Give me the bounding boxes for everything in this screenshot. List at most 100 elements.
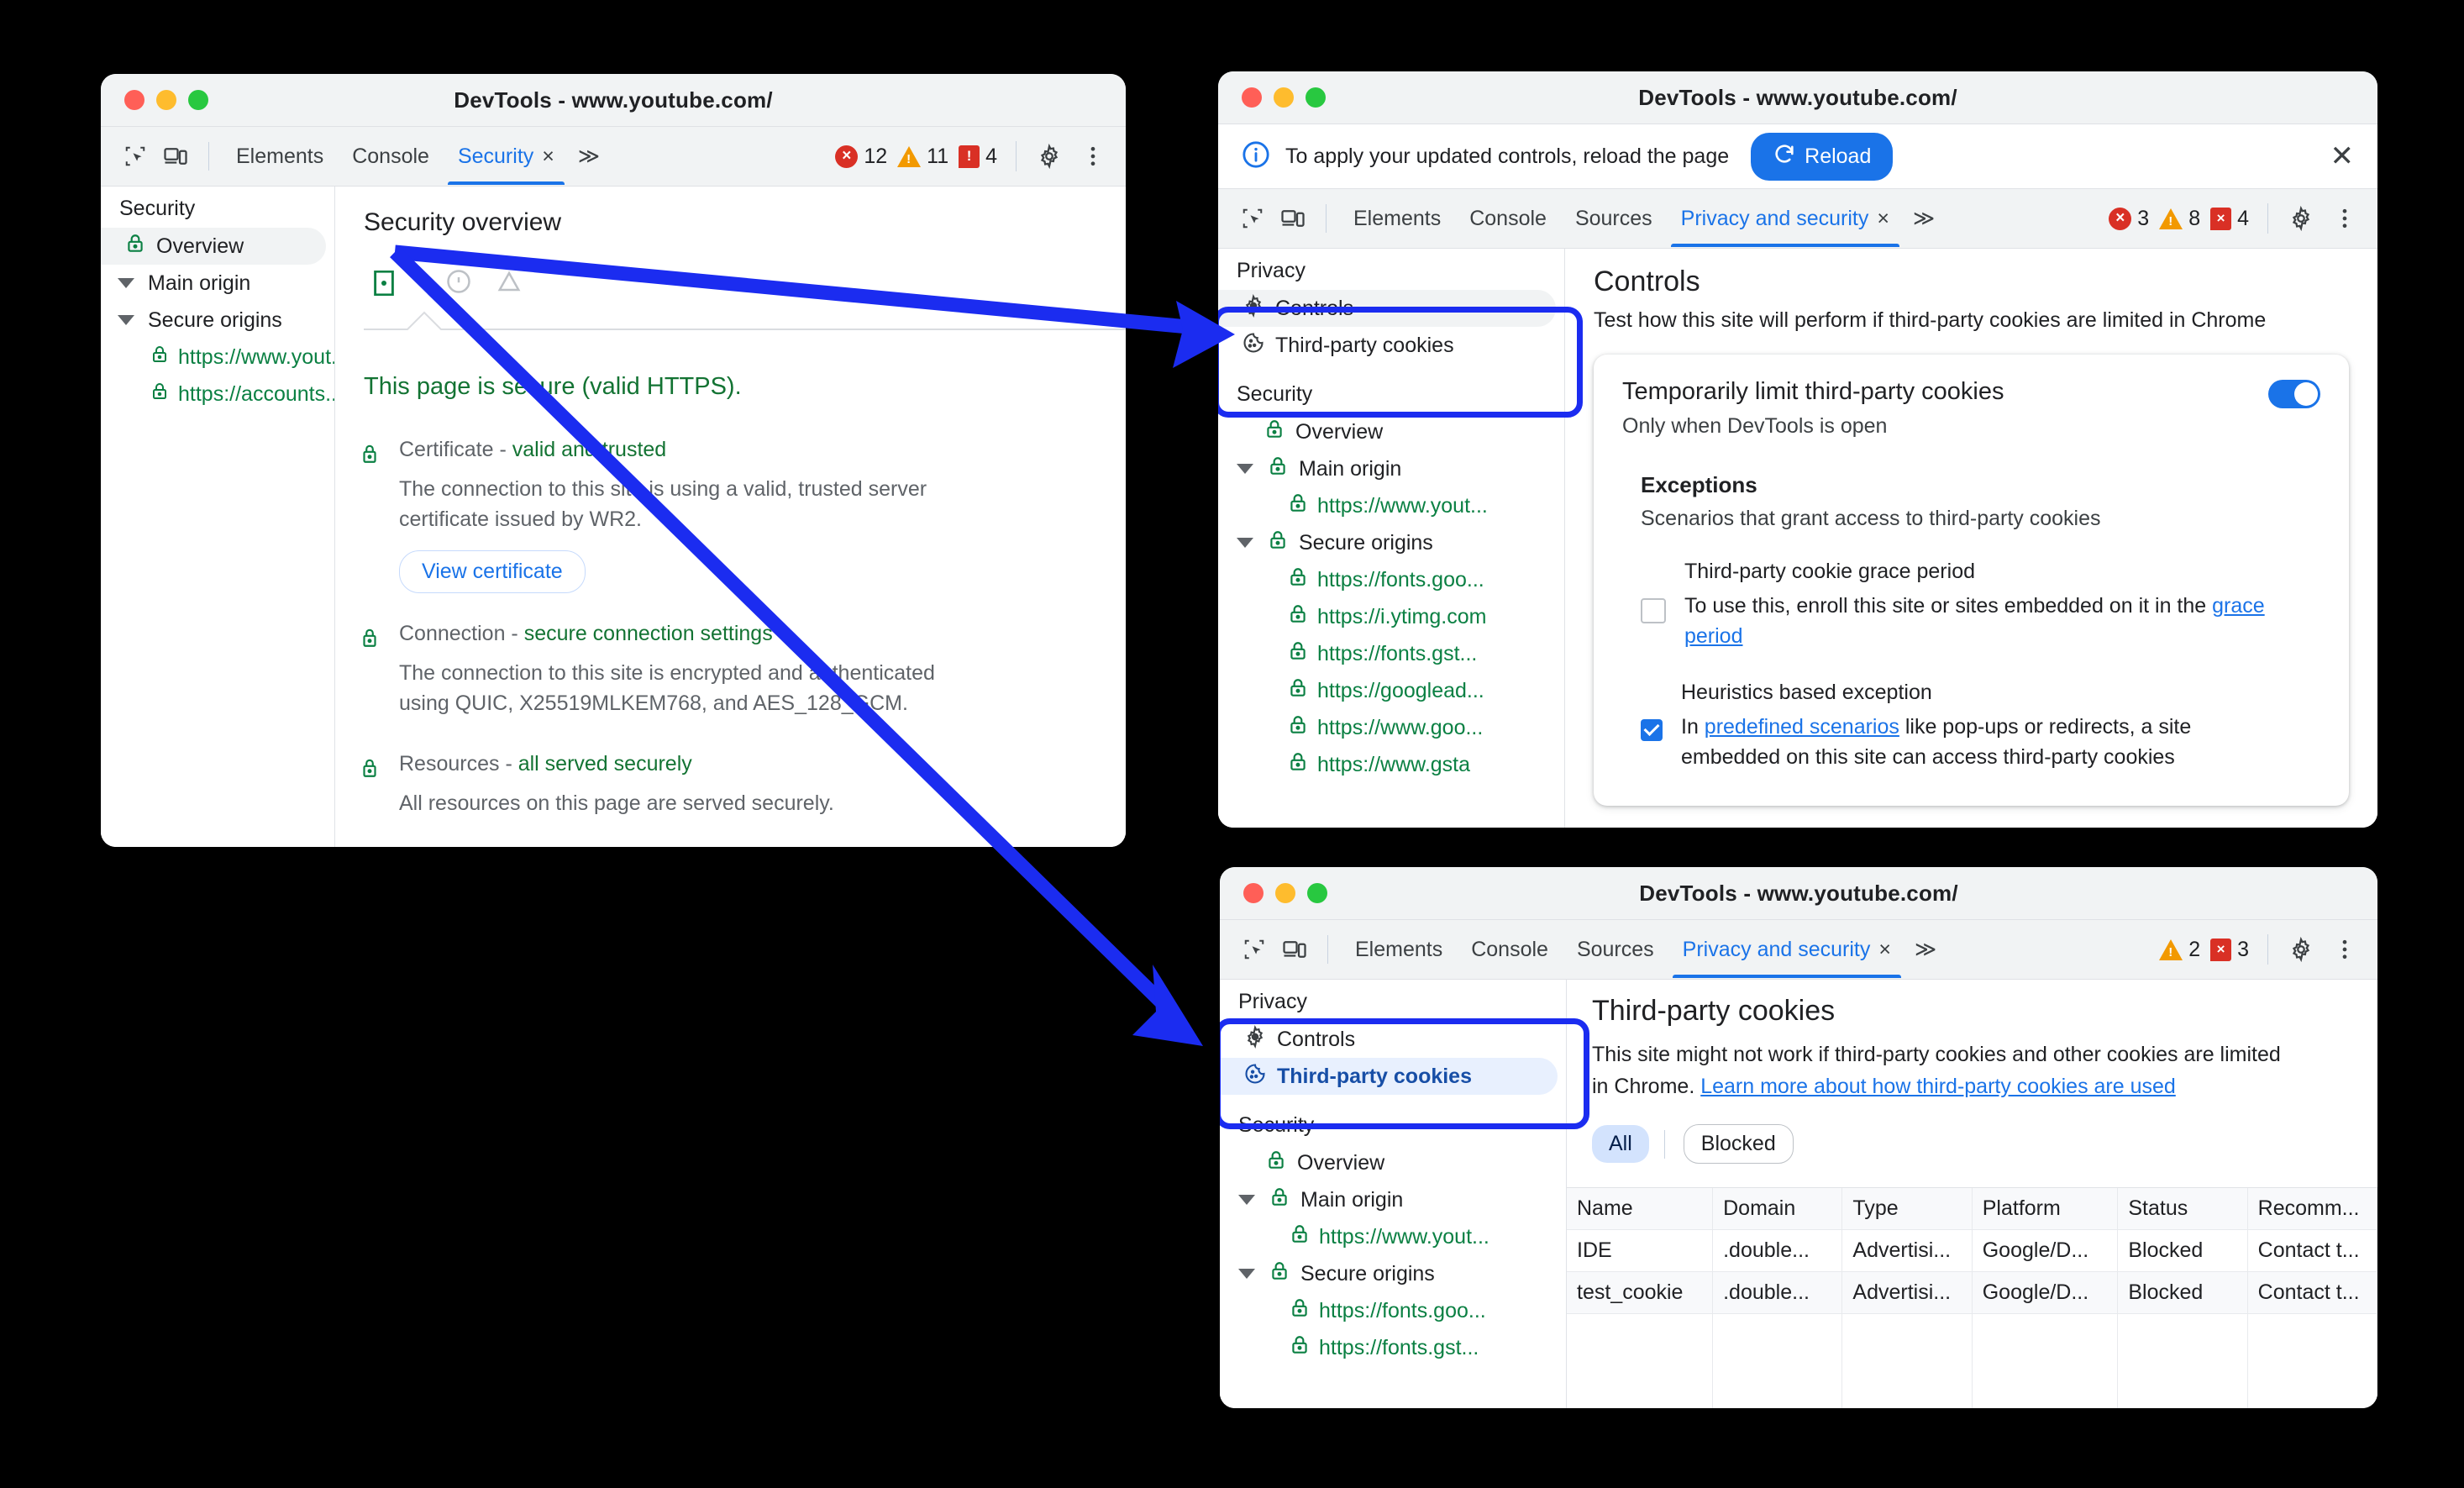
sidebar-item-controls[interactable]: Controls [1220, 1021, 1558, 1058]
triangle-expanded-icon[interactable] [1238, 1269, 1255, 1279]
limit-cookies-toggle[interactable] [2268, 380, 2320, 408]
close-icon[interactable]: × [542, 145, 554, 169]
sidebar-item-origin-gstatic[interactable]: https://www.gsta [1218, 746, 1556, 783]
close-icon[interactable]: × [1878, 938, 1891, 962]
warning-counter[interactable]: 8 [2159, 207, 2205, 231]
sidebar-item-secure-origins[interactable]: Secure origins [101, 302, 326, 339]
triangle-expanded-icon[interactable] [118, 315, 134, 325]
tab-elements[interactable]: Elements [1342, 921, 1456, 978]
sidebar-item-controls[interactable]: Controls [1218, 290, 1556, 327]
triangle-expanded-icon[interactable] [118, 278, 134, 288]
minimize-window-button[interactable] [156, 90, 176, 110]
filter-chip-all[interactable]: All [1592, 1125, 1649, 1163]
gear-icon[interactable] [2282, 199, 2320, 238]
more-tabs-icon[interactable]: ≫ [1904, 206, 1941, 231]
sidebar-item-origin-fonts-google[interactable]: https://fonts.goo... [1220, 1292, 1558, 1329]
sidebar-item-origin-youtube[interactable]: https://www.yout... [101, 339, 334, 376]
more-tabs-icon[interactable]: ≫ [1906, 937, 1942, 962]
gear-icon[interactable] [1030, 137, 1069, 176]
close-window-button[interactable] [1243, 883, 1264, 903]
table-row[interactable]: test_cookie .double... Advertisi... Goog… [1567, 1271, 2377, 1314]
sidebar-item-overview[interactable]: Overview [1218, 413, 1556, 450]
tab-security[interactable]: Security × [444, 128, 568, 185]
error-counter[interactable]: × 12 [835, 145, 892, 169]
column-header-type[interactable]: Type [1841, 1188, 1973, 1230]
more-tabs-icon[interactable]: ≫ [570, 144, 606, 169]
sidebar-item-origin-googleads[interactable]: https://googlead... [1218, 672, 1556, 709]
sidebar-item-secure-origins[interactable]: Secure origins [1220, 1255, 1558, 1292]
tab-privacy-and-security[interactable]: Privacy and security × [1669, 921, 1904, 978]
grace-period-checkbox[interactable] [1641, 598, 1666, 623]
column-header-recommendation[interactable]: Recomm... [2247, 1188, 2377, 1230]
device-toolbar-icon[interactable] [1275, 930, 1314, 969]
tab-sources[interactable]: Sources [1563, 921, 1668, 978]
sidebar-item-main-origin[interactable]: Main origin [101, 265, 326, 302]
tab-console[interactable]: Console [1458, 921, 1562, 978]
view-certificate-button[interactable]: View certificate [399, 549, 586, 593]
sidebar-item-third-party-cookies[interactable]: Third-party cookies [1218, 327, 1556, 364]
traffic-lights[interactable] [1242, 87, 1326, 108]
sidebar-item-origin-fonts-gstatic[interactable]: https://fonts.gst... [1220, 1329, 1558, 1366]
issue-counter[interactable]: × 3 [2210, 938, 2254, 962]
issue-counter[interactable]: ! 4 [959, 145, 1002, 169]
tab-sources[interactable]: Sources [1562, 190, 1666, 247]
sidebar-item-overview[interactable]: Overview [101, 228, 326, 265]
more-options-icon[interactable] [2325, 930, 2364, 969]
close-window-button[interactable] [124, 90, 144, 110]
reload-button[interactable]: Reload [1751, 132, 1894, 181]
more-options-icon[interactable] [1074, 137, 1112, 176]
maximize-window-button[interactable] [1307, 883, 1327, 903]
inspect-element-icon[interactable] [116, 137, 155, 176]
sidebar-item-main-origin[interactable]: Main origin [1220, 1181, 1558, 1218]
column-header-name[interactable]: Name [1567, 1188, 1714, 1230]
sidebar-item-origin-fonts-gstatic[interactable]: https://fonts.gst... [1218, 635, 1556, 672]
sidebar-item-main-origin[interactable]: Main origin [1218, 450, 1556, 487]
sidebar-item-origin-youtube[interactable]: https://www.yout... [1218, 487, 1556, 524]
warning-counter[interactable]: 11 [897, 145, 954, 169]
triangle-expanded-icon[interactable] [1238, 1195, 1255, 1205]
column-header-platform[interactable]: Platform [1972, 1188, 2119, 1230]
close-icon[interactable]: ✕ [2330, 142, 2355, 171]
tab-console[interactable]: Console [1456, 190, 1560, 247]
sidebar-item-origin-www-google[interactable]: https://www.goo... [1218, 709, 1556, 746]
traffic-lights[interactable] [1243, 883, 1327, 903]
more-options-icon[interactable] [2325, 199, 2364, 238]
sidebar-item-overview[interactable]: Overview [1220, 1144, 1558, 1181]
error-counter[interactable]: × 3 [2109, 207, 2154, 231]
sidebar-item-origin-fonts-google[interactable]: https://fonts.goo... [1218, 561, 1556, 598]
device-toolbar-icon[interactable] [156, 137, 195, 176]
filter-chip-blocked[interactable]: Blocked [1683, 1124, 1794, 1164]
column-header-domain[interactable]: Domain [1712, 1188, 1843, 1230]
sidebar-item-secure-origins[interactable]: Secure origins [1218, 524, 1556, 561]
triangle-expanded-icon[interactable] [1237, 464, 1253, 474]
sidebar-item-origin-accounts[interactable]: https://accounts.... [101, 376, 334, 413]
inspect-element-icon[interactable] [1235, 930, 1274, 969]
sidebar-item-origin-youtube[interactable]: https://www.yout... [1220, 1218, 1558, 1255]
minimize-window-button[interactable] [1275, 883, 1295, 903]
tab-console[interactable]: Console [339, 128, 443, 185]
table-row[interactable]: IDE .double... Advertisi... Google/D... … [1567, 1229, 2377, 1272]
close-window-button[interactable] [1242, 87, 1262, 108]
traffic-lights[interactable] [124, 90, 208, 110]
learn-more-link[interactable]: Learn more about how third-party cookies… [1700, 1075, 2176, 1098]
tab-privacy-and-security[interactable]: Privacy and security × [1668, 190, 1903, 247]
minimize-window-button[interactable] [1274, 87, 1294, 108]
chip-divider [1663, 1129, 1665, 1159]
summary-divider-line [364, 311, 1126, 330]
inspect-element-icon[interactable] [1233, 199, 1272, 238]
tab-elements[interactable]: Elements [1340, 190, 1454, 247]
warning-counter[interactable]: 2 [2159, 938, 2205, 962]
device-toolbar-icon[interactable] [1274, 199, 1312, 238]
close-icon[interactable]: × [1877, 207, 1889, 231]
maximize-window-button[interactable] [1306, 87, 1326, 108]
heuristics-checkbox[interactable] [1641, 718, 1663, 741]
triangle-expanded-icon[interactable] [1237, 538, 1253, 548]
sidebar-item-origin-ytimg[interactable]: https://i.ytimg.com [1218, 598, 1556, 635]
issue-counter[interactable]: × 4 [2210, 207, 2254, 231]
maximize-window-button[interactable] [188, 90, 208, 110]
column-header-status[interactable]: Status [2117, 1188, 2248, 1230]
sidebar-item-third-party-cookies[interactable]: Third-party cookies [1220, 1058, 1558, 1095]
gear-icon[interactable] [2282, 930, 2320, 969]
tab-elements[interactable]: Elements [223, 128, 337, 185]
predefined-scenarios-link[interactable]: predefined scenarios [1705, 715, 1899, 739]
